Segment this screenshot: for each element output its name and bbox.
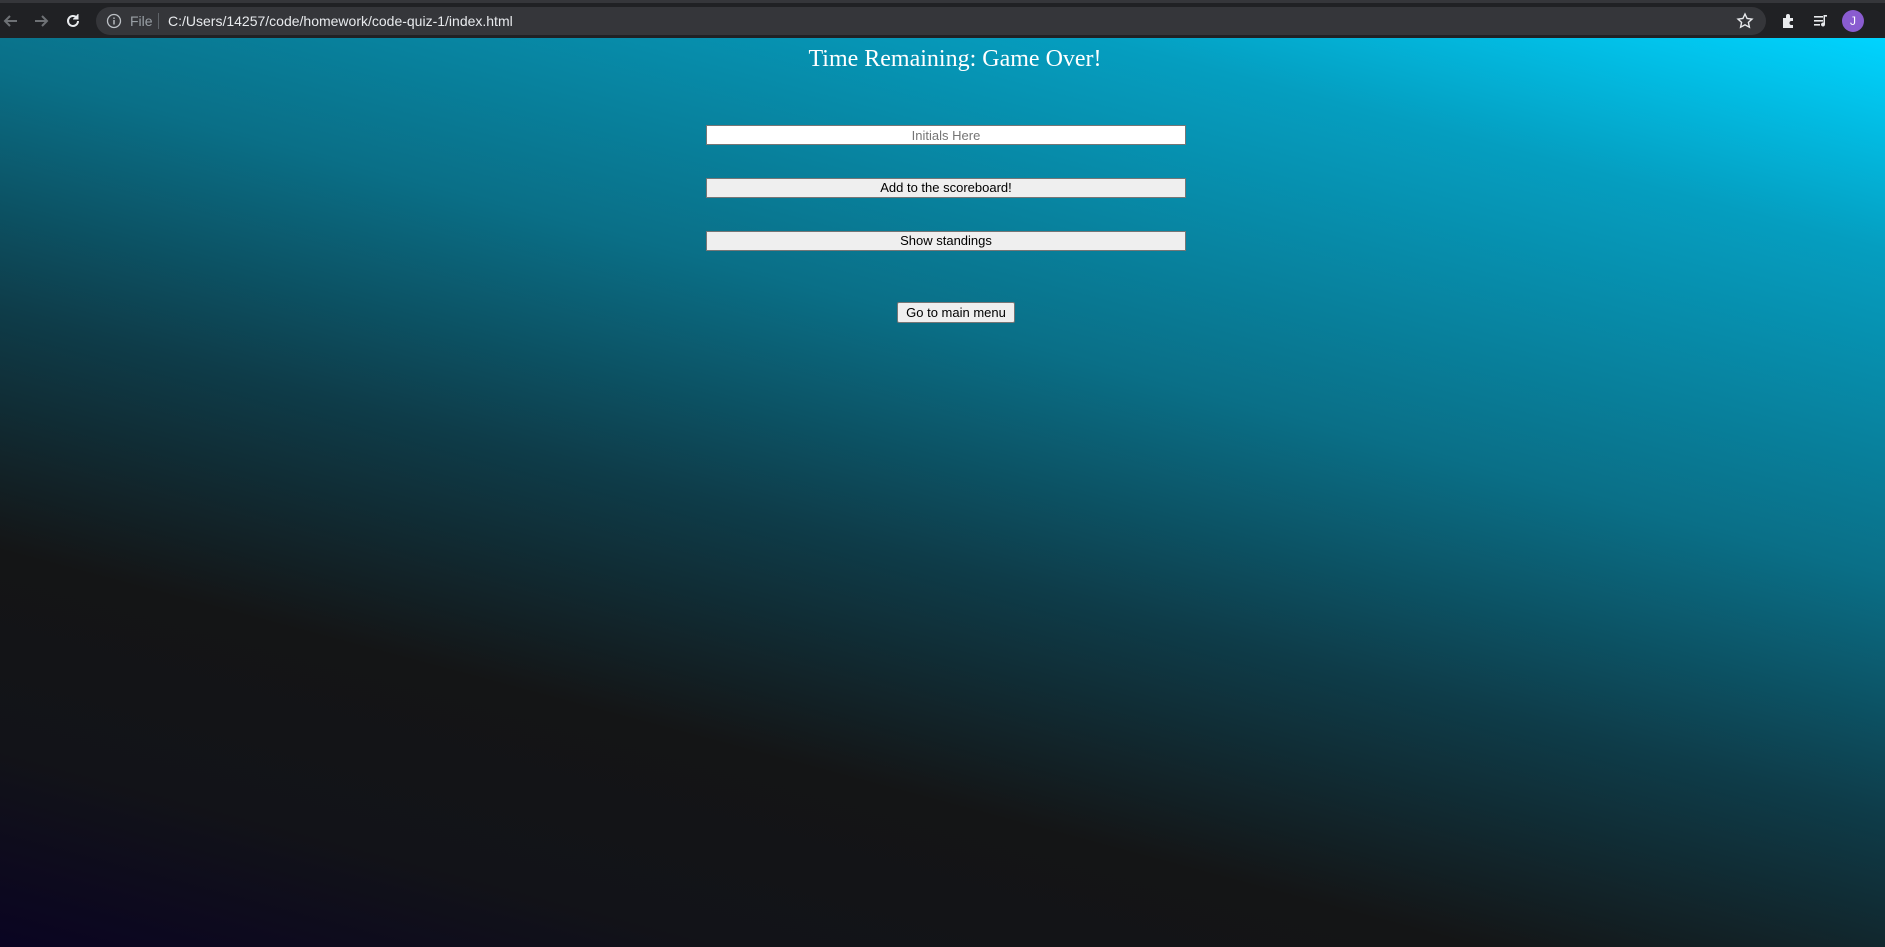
info-icon[interactable]: [106, 13, 122, 29]
browser-toolbar: File C:/Users/14257/code/homework/code-q…: [0, 0, 1885, 38]
show-standings-button[interactable]: Show standings: [706, 231, 1186, 251]
add-to-scoreboard-button[interactable]: Add to the scoreboard!: [706, 178, 1186, 198]
extensions-icon[interactable]: [1779, 11, 1799, 31]
address-bar[interactable]: File C:/Users/14257/code/homework/code-q…: [96, 7, 1766, 35]
forward-arrow-icon[interactable]: [30, 10, 52, 32]
scheme-label: File: [130, 13, 153, 29]
media-queue-icon[interactable]: [1811, 11, 1831, 31]
main-menu-button[interactable]: Go to main menu: [897, 302, 1015, 323]
page-title: Time Remaining: Game Over!: [808, 46, 1102, 72]
quiz-page: Time Remaining: Game Over! Add to the sc…: [0, 38, 1885, 947]
url-text[interactable]: C:/Users/14257/code/homework/code-quiz-1…: [168, 12, 513, 30]
initials-input[interactable]: [706, 125, 1186, 145]
reload-icon[interactable]: [62, 10, 84, 32]
back-arrow-icon[interactable]: [0, 10, 22, 32]
address-separator: [158, 13, 159, 29]
avatar[interactable]: J: [1842, 10, 1864, 32]
star-icon[interactable]: [1736, 12, 1754, 30]
